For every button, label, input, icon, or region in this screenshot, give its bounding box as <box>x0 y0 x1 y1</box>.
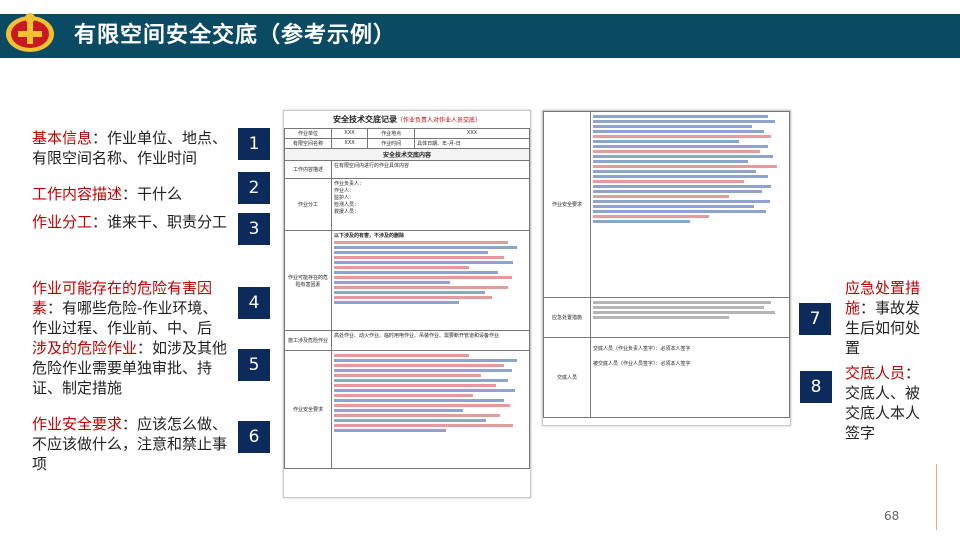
item-heading: 作业分工 <box>32 213 93 231</box>
page-number: 68 <box>884 509 900 523</box>
police-emblem-icon <box>6 13 54 52</box>
item-special-work: 涉及的危险作业：如涉及其他危险作业需要单独审批、持证、制定措施 <box>32 338 232 398</box>
item-signers: 交底人员：交底人、被交底人本人签字 <box>845 363 931 443</box>
decorative-divider <box>936 464 937 530</box>
item-basic-info: 基本信息：作业单位、地点、有限空间名称、作业时间 <box>32 128 232 168</box>
item-text: ：有哪些危险-作业环境、作业过程、作业前、中、后 <box>32 299 218 337</box>
item-text: ：干什么 <box>122 185 183 203</box>
item-work-content: 工作内容描述：干什么 <box>32 184 232 204</box>
number-badge-2: 2 <box>238 172 270 204</box>
doc-title: 安全技术交底记录（作业负责人对作业人员交底） <box>332 115 481 124</box>
item-text: ：谁来干、职责分工 <box>92 213 228 231</box>
header: 有限空间安全交底（参考示例） <box>0 0 960 60</box>
item-heading: 作业安全要求 <box>32 415 123 433</box>
item-division: 作业分工：谁来干、职责分工 <box>32 212 232 232</box>
document-thumbnail-1: 安全技术交底记录（作业负责人对作业人员交底） 作业单位 XXX 作业地点 XXX 有… <box>283 110 531 498</box>
document-thumbnail-2: 作业安全要求 应急处置措施 交底人员 交底人员（作业负责人签字）：必须本人签字 … <box>542 110 791 426</box>
item-emergency: 应急处置措施：事故发生后如何处置 <box>845 278 931 358</box>
number-badge-6: 6 <box>238 421 270 453</box>
doc-form-table: 作业单位 XXX 作业地点 XXX 有限空间名称 XXX 作业时间 具体日期、年-月-日… <box>284 128 530 469</box>
number-badge-3: 3 <box>238 213 270 245</box>
number-badge-8: 8 <box>800 371 832 403</box>
doc-form-table-2: 作业安全要求 应急处置措施 交底人员 交底人员（作业负责人签字）：必须本人签字 … <box>543 111 790 418</box>
number-badge-4: 4 <box>238 287 270 319</box>
item-heading: 交底人员 <box>845 364 906 382</box>
number-badge-5: 5 <box>238 349 270 381</box>
item-heading: 基本信息 <box>32 129 93 147</box>
item-heading: 涉及的危险作业 <box>32 339 138 357</box>
page-title: 有限空间安全交底（参考示例） <box>74 23 397 48</box>
item-heading: 工作内容描述 <box>32 185 123 203</box>
number-badge-7: 7 <box>799 303 831 335</box>
item-safety-req: 作业安全要求：应该怎么做、不应该做什么，注意和禁止事项 <box>32 414 232 474</box>
item-hazards: 作业可能存在的危险有害因素：有哪些危险-作业环境、作业过程、作业前、中、后 <box>32 278 232 338</box>
number-badge-1: 1 <box>238 128 270 160</box>
